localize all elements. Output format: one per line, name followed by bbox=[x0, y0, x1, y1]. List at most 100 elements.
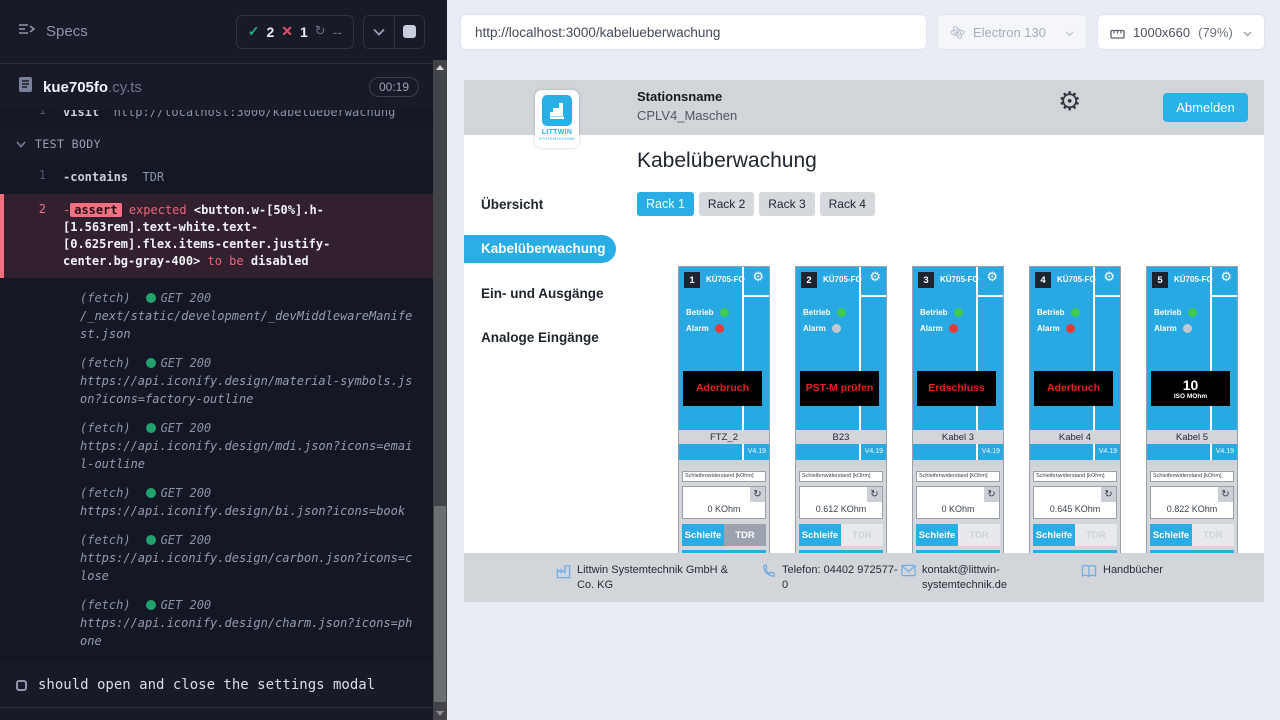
measurement-panel: Schleifenwiderstand [kOhm] ↻ 0 KOhm Schl… bbox=[913, 467, 1003, 565]
refresh-icon[interactable]: ↻ bbox=[984, 487, 999, 502]
device-settings-icon[interactable]: ⚙ bbox=[1103, 271, 1115, 284]
tab-rack-4[interactable]: Rack 4 bbox=[820, 192, 875, 216]
schleife-button[interactable]: Schleife bbox=[799, 524, 841, 546]
fetch-log-entry[interactable]: (fetch)GET 200 https://api.iconify.desig… bbox=[80, 531, 418, 585]
scrollbar-thumb[interactable] bbox=[434, 506, 446, 702]
tdr-button[interactable]: TDR bbox=[1075, 524, 1117, 546]
refresh-icon[interactable]: ↻ bbox=[867, 487, 882, 502]
logo-line1: LITTWIN bbox=[542, 129, 572, 136]
betrieb-label: Betrieb bbox=[803, 308, 831, 317]
measurement-panel: Schleifenwiderstand [kOhm] ↻ 0 KOhm Schl… bbox=[679, 467, 769, 565]
scroll-down-arrow[interactable] bbox=[433, 706, 447, 720]
device-settings-icon[interactable]: ⚙ bbox=[869, 271, 881, 284]
fetch-log-entry[interactable]: (fetch)GET 200 https://api.iconify.desig… bbox=[80, 354, 418, 408]
browser-selector[interactable]: Electron 130 bbox=[937, 14, 1087, 50]
spec-file-row[interactable]: kue705fo .cy.ts 00:19 bbox=[0, 64, 433, 110]
app-viewport: Stationsname CPLV4_Maschen ⚙ Abmelden LI… bbox=[464, 80, 1264, 602]
viewport-size-selector[interactable]: 1000x660 (79%) bbox=[1097, 14, 1265, 50]
device-panel: 1 KÜ705-FO ⚙ Betrieb Alarm Aderbruch FTZ… bbox=[679, 267, 769, 460]
alarm-led bbox=[949, 324, 958, 333]
fetch-log-entry[interactable]: (fetch)GET 200 https://api.iconify.desig… bbox=[80, 596, 418, 650]
email-address[interactable]: kontakt@littwin-systemtechnik.de bbox=[922, 563, 1014, 593]
pending-test-icon bbox=[16, 680, 27, 691]
device-card-2: 2 KÜ705-FO ⚙ Betrieb Alarm PST-M prüfen … bbox=[795, 266, 887, 566]
browser-toolbar: http://localhost:3000/kabelueberwachung … bbox=[447, 0, 1280, 64]
sidebar-item-uebersicht[interactable]: Übersicht bbox=[464, 191, 620, 219]
status-ok-dot bbox=[146, 358, 156, 368]
phone-number[interactable]: Telefon: 04402 972577-0 bbox=[782, 563, 900, 593]
fetch-url: https://api.iconify.design/material-symb… bbox=[80, 372, 418, 408]
failed-count: 1 bbox=[300, 24, 308, 40]
specs-label[interactable]: Specs bbox=[46, 23, 88, 40]
specs-menu-icon[interactable] bbox=[18, 22, 36, 41]
stop-button[interactable] bbox=[394, 16, 424, 48]
betrieb-led bbox=[837, 308, 846, 317]
fetch-url: https://api.iconify.design/charm.json?ic… bbox=[80, 614, 418, 650]
tdr-button[interactable]: TDR bbox=[958, 524, 1000, 546]
footer-manuals[interactable]: Handbücher bbox=[1081, 563, 1163, 583]
app-sidebar: Übersicht Kabelüberwachung Ein- und Ausg… bbox=[464, 135, 620, 602]
status-display: Erdschluss bbox=[917, 371, 996, 406]
status-ok-dot bbox=[146, 423, 156, 433]
spec-duration-badge: 00:19 bbox=[369, 77, 419, 97]
resistance-value-box: ↻ 0 KOhm bbox=[682, 486, 766, 519]
collapse-button[interactable] bbox=[364, 16, 394, 48]
alarm-label: Alarm bbox=[920, 324, 943, 333]
schleife-button[interactable]: Schleife bbox=[1033, 524, 1075, 546]
url-input[interactable]: http://localhost:3000/kabelueberwachung bbox=[460, 14, 927, 50]
pending-icon: ↻ bbox=[315, 24, 326, 39]
log-row-contains[interactable]: 1 -contains TDR bbox=[0, 166, 433, 190]
refresh-icon[interactable]: ↻ bbox=[1218, 487, 1233, 502]
schleife-button[interactable]: Schleife bbox=[916, 524, 958, 546]
runner-content: Specs ✓ 2 ✕ 1 ↻ -- bbox=[0, 0, 433, 720]
sidebar-item-kabelueberwachung[interactable]: Kabelüberwachung bbox=[464, 235, 616, 263]
fetch-url: https://api.iconify.design/mdi.json?icon… bbox=[80, 437, 418, 473]
schleife-button[interactable]: Schleife bbox=[1150, 524, 1192, 546]
pending-test-row[interactable]: should open and close the settings modal bbox=[0, 662, 433, 707]
slot-number: 4 bbox=[1035, 272, 1051, 288]
tdr-button[interactable]: TDR bbox=[1192, 524, 1234, 546]
command-log: 1 visit http://localhost:3000/kabelueber… bbox=[0, 110, 433, 708]
log-row-visit[interactable]: 1 visit http://localhost:3000/kabelueber… bbox=[0, 110, 433, 127]
device-model: KÜ705-FO bbox=[940, 275, 979, 284]
refresh-icon[interactable]: ↻ bbox=[750, 487, 765, 502]
sidebar-item-analoge-eingaenge[interactable]: Analoge Eingänge bbox=[464, 324, 620, 352]
manuals-link[interactable]: Handbücher bbox=[1103, 563, 1163, 583]
refresh-icon[interactable]: ↻ bbox=[1101, 487, 1116, 502]
command-name: visit bbox=[63, 110, 99, 119]
status-ok-dot bbox=[146, 293, 156, 303]
scroll-up-arrow[interactable] bbox=[433, 60, 447, 74]
firmware-version: V4.19 bbox=[982, 448, 1000, 455]
fetch-url: /_next/static/development/_devMiddleware… bbox=[80, 307, 418, 343]
failed-assert-row[interactable]: 2 -assert expected <button.w-[50%].h-[1.… bbox=[0, 194, 433, 278]
tdr-button[interactable]: TDR bbox=[724, 524, 766, 546]
device-panel: 5 KÜ705-FO ⚙ Betrieb Alarm 10 ISO MOhm K… bbox=[1147, 267, 1237, 460]
status-display: 10 ISO MOhm bbox=[1151, 371, 1230, 406]
tab-rack-3[interactable]: Rack 3 bbox=[759, 192, 814, 216]
fetch-log-entry[interactable]: (fetch)GET 200 https://api.iconify.desig… bbox=[80, 419, 418, 473]
viewport-size: 1000x660 bbox=[1133, 25, 1190, 40]
device-settings-icon[interactable]: ⚙ bbox=[986, 271, 998, 284]
assert-badge: assert bbox=[70, 203, 121, 217]
alarm-label: Alarm bbox=[686, 324, 709, 333]
fetch-log-entry[interactable]: (fetch)GET 200 https://api.iconify.desig… bbox=[80, 484, 418, 520]
tab-rack-2[interactable]: Rack 2 bbox=[699, 192, 754, 216]
fetch-log-entry[interactable]: (fetch)GET 200 /_next/static/development… bbox=[80, 289, 418, 343]
device-settings-icon[interactable]: ⚙ bbox=[1220, 271, 1232, 284]
slot-number: 2 bbox=[801, 272, 817, 288]
schleife-button[interactable]: Schleife bbox=[682, 524, 724, 546]
runner-scrollbar[interactable] bbox=[433, 60, 447, 720]
viewport-zoom: (79%) bbox=[1198, 25, 1233, 40]
cable-name: FTZ_2 bbox=[679, 430, 769, 444]
divider bbox=[0, 707, 433, 708]
measurement-panel: Schleifenwiderstand [kOhm] ↻ 0.645 KOhm … bbox=[1030, 467, 1120, 565]
test-body-section[interactable]: TEST BODY bbox=[0, 127, 433, 161]
settings-gear-icon[interactable]: ⚙ bbox=[1058, 89, 1081, 115]
electron-icon bbox=[950, 25, 965, 40]
tdr-button[interactable]: TDR bbox=[841, 524, 883, 546]
device-settings-icon[interactable]: ⚙ bbox=[752, 271, 764, 284]
tab-rack-1[interactable]: Rack 1 bbox=[637, 192, 694, 216]
logout-button[interactable]: Abmelden bbox=[1163, 93, 1248, 122]
email-icon bbox=[901, 564, 916, 593]
sidebar-item-ein-und-ausgaenge[interactable]: Ein- und Ausgänge bbox=[464, 280, 620, 308]
